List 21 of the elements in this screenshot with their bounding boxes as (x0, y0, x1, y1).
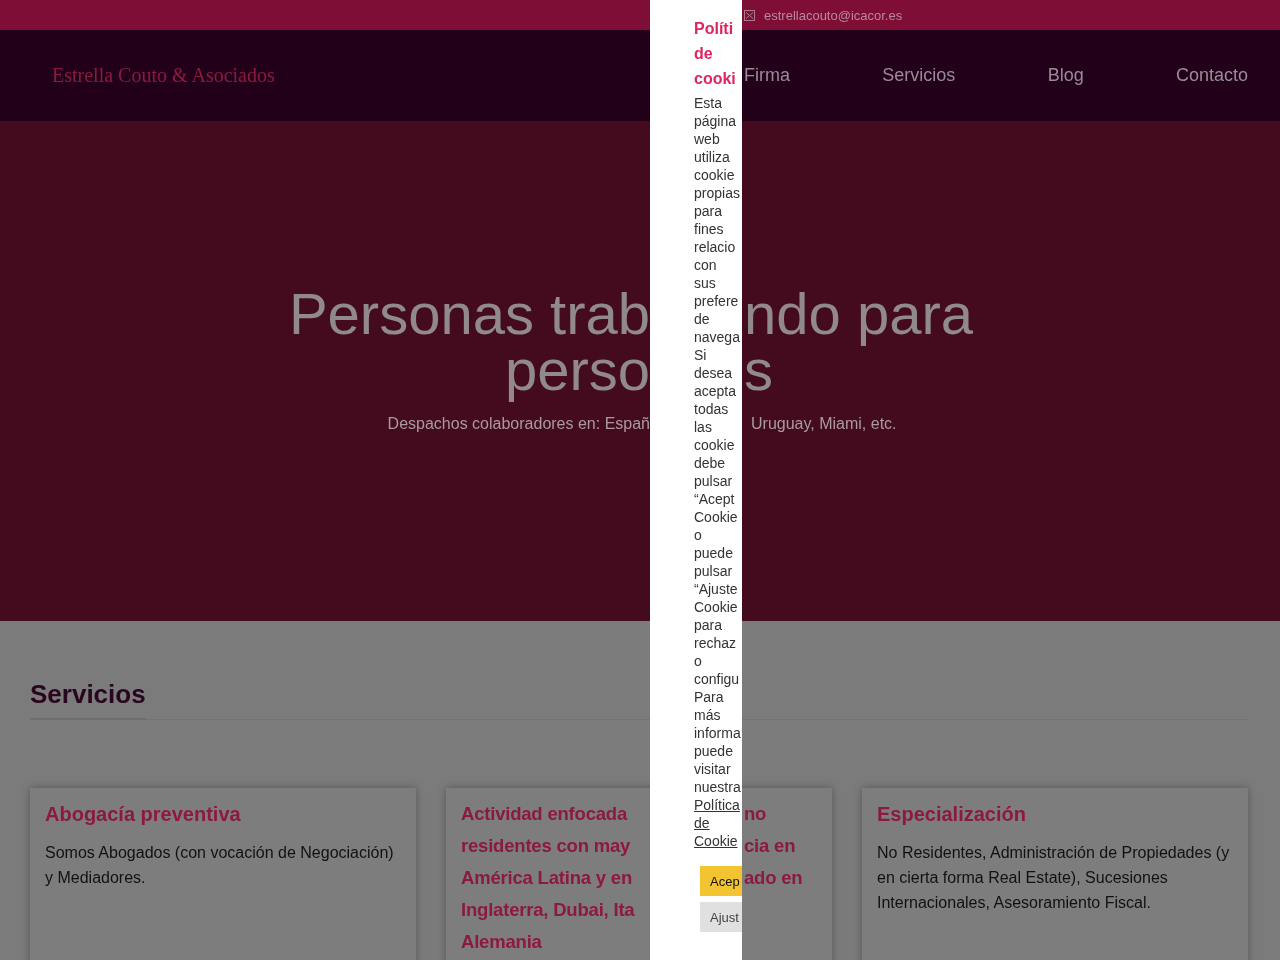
hero-title: ndo para s (744, 286, 973, 398)
nav-link[interactable]: Firma (744, 65, 790, 86)
cookie-policy-link[interactable]: Política de Cookie (694, 796, 740, 850)
envelope-icon (744, 9, 755, 21)
settings-button[interactable]: Ajust (700, 902, 742, 932)
card-title: Abogacía preventiva (45, 802, 242, 827)
hero-subtitle: Despachos colaboradores en: Españ (387, 415, 650, 433)
card-title: Actividad enfocada residentes con may América Latina y en Inglaterra, Dubai, Ita Alemania (461, 802, 635, 954)
section-heading: Servicios (30, 679, 146, 720)
email-link[interactable]: estrellacouto@icacor.es (764, 7, 903, 23)
nav-link[interactable]: Contacto (1175, 65, 1248, 86)
card-text: Somos Abogados (con vocación de Negociación) y Mediadores. (45, 843, 395, 888)
cookie-text: Esta página web utiliza cookie propias para fines relacio con sus prefere de navega Si desea acepta todas las cookie debe pulsar “Acept Cookie o puede pulsar “Ajuste Cookie para rechaz o configu Para más informa puede visitar nuestra (694, 94, 741, 796)
card-title: no cia en ado en (744, 802, 804, 890)
nav-link[interactable]: Servicios (882, 65, 956, 86)
cookie-title: Políti de cooki (694, 19, 736, 89)
hero-subtitle: Uruguay, Miami, etc. (751, 415, 897, 433)
card-text: No Residentes, Administración de Propiedades (y en cierta forma Real Estate), Sucesiones Internacionales, Asesoramiento Fiscal. (877, 843, 1231, 913)
nav-link[interactable]: Blog (1047, 65, 1084, 86)
accept-button[interactable]: Acep (700, 866, 742, 896)
card-title: Especialización (877, 802, 1027, 827)
